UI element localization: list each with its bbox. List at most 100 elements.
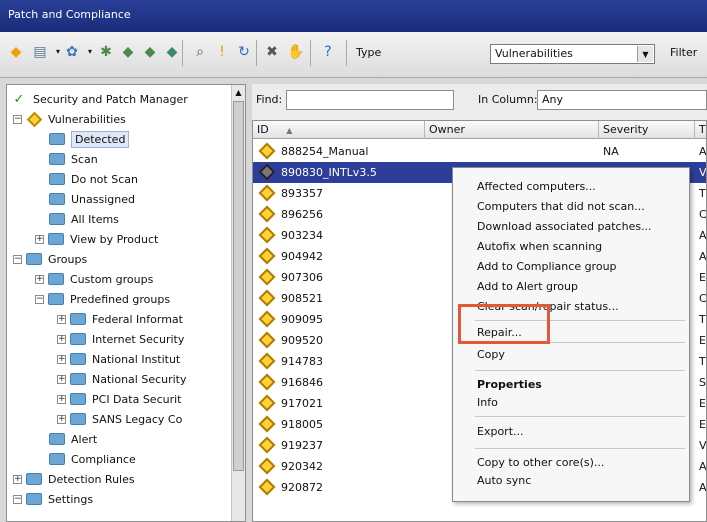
type-select[interactable]: Vulnerabilities ▼ — [490, 44, 655, 64]
scroll-up-icon[interactable]: ▲ — [232, 85, 245, 99]
tree-root[interactable]: ✓ Security and Patch Manager — [11, 89, 188, 109]
row-severity: NA — [603, 145, 619, 158]
green-diamond-3-icon[interactable]: ◆ — [162, 42, 182, 62]
menu-item-auto-sync[interactable]: Auto sync — [477, 474, 531, 487]
row-id: 918005 — [281, 418, 323, 431]
folder-icon — [49, 153, 65, 165]
row-type: A — [699, 229, 707, 242]
menu-item-export[interactable]: Export... — [477, 425, 524, 438]
menu-item-copy-to-other-core-s[interactable]: Copy to other core(s)... — [477, 456, 604, 469]
hand-icon[interactable]: ✋ — [286, 42, 306, 62]
patch-icon[interactable]: ✱ — [96, 42, 116, 62]
tree-item-predefined-group[interactable]: + SANS Legacy Co — [57, 409, 182, 429]
tree-item-detection-rules[interactable]: + Detection Rules — [13, 469, 135, 489]
menu-item-info[interactable]: Info — [477, 396, 498, 409]
repair-highlight-box — [458, 304, 550, 344]
expand-icon[interactable]: + — [35, 234, 44, 244]
expand-icon[interactable]: + — [57, 394, 66, 404]
expand-icon[interactable]: + — [57, 314, 66, 324]
menu-item-download-associated-patches[interactable]: Download associated patches... — [477, 220, 652, 233]
tree-item-groups[interactable]: − Groups — [13, 249, 87, 269]
vulnerability-icon — [258, 394, 276, 412]
tree-item-predefined-group[interactable]: + PCI Data Securit — [57, 389, 181, 409]
binoculars-icon[interactable]: ⌕ — [190, 42, 210, 62]
expand-icon[interactable]: + — [13, 474, 22, 484]
folder-icon — [26, 473, 42, 485]
tree-item-predefined-group[interactable]: + Internet Security — [57, 329, 184, 349]
row-type: T — [699, 187, 706, 200]
gear-icon[interactable]: ✿ — [62, 42, 82, 62]
refresh-icon[interactable]: ↻ — [234, 42, 254, 62]
tree-item-alert[interactable]: Alert — [49, 429, 97, 449]
tree-item-do-not-scan[interactable]: Do not Scan — [49, 169, 138, 189]
expand-icon[interactable]: + — [57, 354, 66, 364]
menu-item-autofix-when-scanning[interactable]: Autofix when scanning — [477, 240, 602, 253]
window-title: Patch and Compliance — [8, 8, 131, 21]
tree-item-compliance[interactable]: Compliance — [49, 449, 136, 469]
vulnerability-icon — [258, 457, 276, 475]
tree-item-settings[interactable]: − Settings — [13, 489, 93, 509]
tree-item-predefined-group[interactable]: + Federal Informat — [57, 309, 183, 329]
vulnerability-icon — [258, 184, 276, 202]
in-column-input[interactable]: Any — [537, 90, 707, 110]
expand-icon[interactable]: + — [57, 374, 66, 384]
tree-item-scan[interactable]: Scan — [49, 149, 98, 169]
column-header-type[interactable]: T — [695, 121, 706, 139]
tree-item-predefined-group[interactable]: + National Security — [57, 369, 187, 389]
row-id: 896256 — [281, 208, 323, 221]
table-row[interactable]: 888254_Manual NA A — [253, 141, 706, 162]
arrow-left-icon[interactable]: ◆ — [6, 42, 26, 62]
folder-icon — [49, 433, 65, 445]
collapse-icon[interactable]: − — [13, 494, 22, 504]
tree-scrollbar[interactable]: ▲ — [231, 85, 245, 521]
folder-icon — [70, 413, 86, 425]
column-header-severity[interactable]: Severity — [599, 121, 695, 139]
row-id: 914783 — [281, 355, 323, 368]
find-input[interactable] — [286, 90, 454, 110]
tree-item-predefined-group[interactable]: + National Institut — [57, 349, 180, 369]
folder-icon — [48, 293, 64, 305]
collapse-icon[interactable]: − — [13, 114, 22, 124]
tree-item-view-by-product[interactable]: + View by Product — [35, 229, 158, 249]
column-header-id[interactable]: ID ▲ — [253, 121, 425, 139]
menu-separator — [475, 448, 685, 449]
menu-item-computers-that-did-not-scan[interactable]: Computers that did not scan... — [477, 200, 645, 213]
menu-item-properties[interactable]: Properties — [477, 378, 542, 391]
folder-icon — [49, 173, 65, 185]
folder-icon — [49, 133, 65, 145]
type-label: Type — [356, 46, 382, 59]
delete-icon[interactable]: ✖ — [262, 42, 282, 62]
menu-item-add-to-alert-group[interactable]: Add to Alert group — [477, 280, 578, 293]
view-icon[interactable]: ▤ — [30, 42, 50, 62]
chevron-down-icon[interactable]: ▼ — [637, 46, 653, 62]
folder-icon — [70, 313, 86, 325]
column-header-owner[interactable]: Owner — [425, 121, 599, 139]
vulnerability-icon — [258, 436, 276, 454]
navigation-tree[interactable]: ✓ Security and Patch Manager − Vulnerabi… — [6, 84, 246, 522]
collapse-icon[interactable]: − — [13, 254, 22, 264]
scrollbar-thumb[interactable] — [233, 101, 244, 471]
tree-item-detected[interactable]: Detected — [49, 129, 130, 149]
toolbar-separator — [182, 40, 183, 66]
folder-icon — [48, 273, 64, 285]
tree-item-unassigned[interactable]: Unassigned — [49, 189, 135, 209]
menu-item-affected-computers[interactable]: Affected computers... — [477, 180, 596, 193]
menu-item-add-to-compliance-group[interactable]: Add to Compliance group — [477, 260, 617, 273]
help-icon[interactable]: ? — [318, 42, 338, 62]
expand-icon[interactable]: + — [35, 274, 44, 284]
menu-separator — [475, 416, 685, 417]
toolbar-separator — [310, 40, 311, 66]
warning-icon[interactable]: ! — [212, 42, 232, 62]
checkmark-icon: ✓ — [13, 91, 25, 107]
toolbar-separator — [346, 40, 347, 66]
expand-icon[interactable]: + — [57, 334, 66, 344]
collapse-icon[interactable]: − — [35, 294, 44, 304]
tree-item-vulnerabilities[interactable]: − Vulnerabilities — [13, 109, 126, 129]
green-diamond-2-icon[interactable]: ◆ — [140, 42, 160, 62]
green-diamond-icon[interactable]: ◆ — [118, 42, 138, 62]
tree-item-predefined-groups[interactable]: − Predefined groups — [35, 289, 170, 309]
expand-icon[interactable]: + — [57, 414, 66, 424]
tree-item-custom-groups[interactable]: + Custom groups — [35, 269, 153, 289]
tree-item-all-items[interactable]: All Items — [49, 209, 119, 229]
menu-item-copy[interactable]: Copy — [477, 348, 505, 361]
